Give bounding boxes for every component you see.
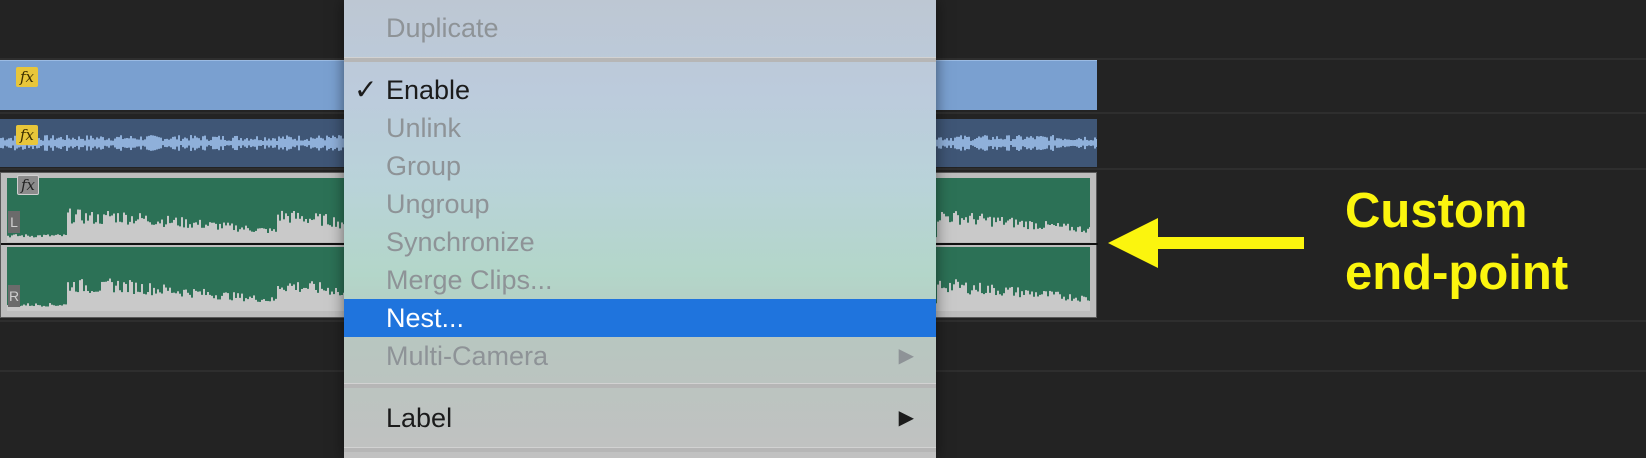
left-arrow-icon (1108, 218, 1304, 268)
menu-item-label: Ungroup (386, 189, 490, 219)
menu-item-nest[interactable]: Nest... (344, 299, 936, 337)
menu-item-label: Nest... (386, 303, 465, 333)
menu-item-label: Multi-Camera (386, 341, 549, 371)
menu-item-label: Synchronize (386, 227, 535, 257)
checkmark-icon: ✓ (354, 74, 378, 105)
fx-label: fx (19, 68, 34, 86)
menu-item-unlink[interactable]: Unlink (344, 109, 936, 147)
menu-item-label: Enable (386, 75, 471, 105)
menu-item-label: Group (386, 151, 462, 181)
fx-label: fx (20, 176, 35, 194)
submenu-arrow-icon: ▶ (898, 407, 914, 429)
menu-item-ungroup[interactable]: Ungroup (344, 185, 936, 223)
fx-badge[interactable]: fx (17, 175, 39, 195)
menu-item-group[interactable]: Group (344, 147, 936, 185)
menu-item-label: Unlink (386, 113, 462, 143)
menu-item-label: Label (386, 403, 453, 433)
fx-badge[interactable]: fx (16, 125, 38, 145)
menu-separator (344, 57, 936, 62)
menu-item-enable[interactable]: ✓ Enable (344, 71, 936, 109)
submenu-arrow-icon: ▶ (898, 345, 914, 367)
timeline-stage: fx fx fx L R Duplicate ✓ Enable Unlink G… (0, 0, 1646, 458)
annotation-text: Custom end-point (1345, 184, 1569, 300)
menu-item-label: Duplicate (386, 13, 499, 43)
menu-item-duplicate[interactable]: Duplicate (344, 9, 936, 47)
menu-item-label-submenu[interactable]: Label ▶ (344, 399, 936, 437)
menu-item-multi-camera[interactable]: Multi-Camera ▶ (344, 337, 936, 375)
left-channel-label: L (8, 211, 20, 233)
menu-item-label: Merge Clips... (386, 265, 553, 295)
menu-item-synchronize[interactable]: Synchronize (344, 223, 936, 261)
right-channel-label: R (8, 285, 20, 307)
menu-item-merge-clips[interactable]: Merge Clips... (344, 261, 936, 299)
context-menu: Duplicate ✓ Enable Unlink Group Ungroup … (344, 0, 936, 458)
menu-separator (344, 383, 936, 388)
menu-separator (344, 447, 936, 452)
fx-label: fx (19, 126, 34, 144)
fx-badge[interactable]: fx (16, 67, 38, 87)
